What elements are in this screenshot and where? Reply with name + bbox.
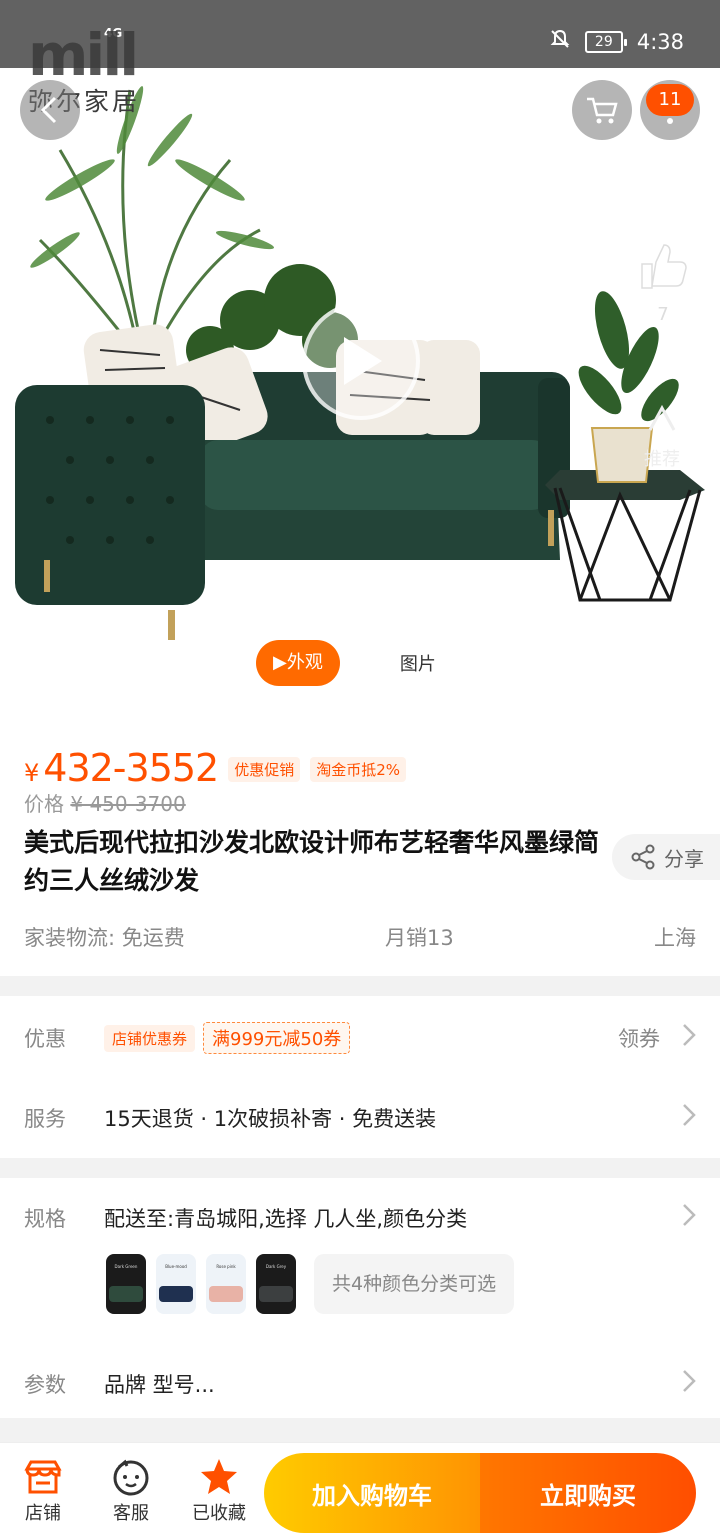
like-button[interactable]: 7 — [628, 240, 698, 325]
original-price-label: 价格 — [24, 792, 64, 816]
ship-from-location: 上海 — [653, 926, 696, 950]
customer-service-label: 客服 — [113, 1503, 149, 1524]
tab-exterior[interactable]: ▶外观 — [256, 640, 340, 686]
coupon-row[interactable]: 优惠 店铺优惠券 满999元减50券 领券 — [0, 998, 720, 1078]
share-icon — [631, 844, 655, 870]
variant-swatch — [209, 1286, 243, 1302]
recommend-label: 推荐 — [644, 449, 680, 470]
price-value: 432-3552 — [43, 746, 219, 790]
product-title: 美式后现代拉扣沙发北欧设计师布艺轻奢华风墨绿简约三人丝绒沙发 — [24, 828, 600, 895]
coupon-service-card: 优惠 店铺优惠券 满999元减50券 领券 服务 15天退货 · 1次破损补寄 … — [0, 996, 720, 1158]
price-section: ¥ 432-3552 优惠促销 淘金币抵2% 价格 ¥ 450-3700 美式后… — [0, 718, 720, 976]
variant-name: Rose pink — [216, 1264, 236, 1269]
cart-button[interactable] — [572, 80, 632, 140]
variant-name: Blue-mood — [165, 1264, 187, 1269]
original-price-value: ¥ 450-3700 — [70, 792, 186, 816]
price-currency: ¥ — [24, 759, 40, 787]
customer-service-button[interactable]: 客服 — [96, 1455, 166, 1525]
variant-thumb[interactable]: Dark Green — [106, 1254, 146, 1314]
variant-swatch — [159, 1286, 193, 1302]
cart-count-badge: 11 — [646, 84, 694, 116]
chevron-left-icon — [40, 96, 57, 124]
monthly-sales: 月销13 — [385, 926, 454, 950]
share-button[interactable]: 分享 — [612, 834, 720, 880]
star-icon — [201, 1459, 237, 1494]
variant-thumb[interactable]: Rose pink — [206, 1254, 246, 1314]
service-text: 15天退货 · 1次破损补寄 · 免费送装 — [104, 1107, 437, 1131]
shop-button[interactable]: 店铺 — [8, 1455, 78, 1525]
product-media[interactable]: 4G 29 4:38 mill 弥尔家居 11 7 推荐 ▶外观 图片 — [0, 0, 720, 718]
variant-swatch — [109, 1286, 143, 1302]
params-row[interactable]: 参数 品牌 型号... — [0, 1344, 720, 1424]
coupon-content: 店铺优惠券 满999元减50券 — [104, 1022, 351, 1054]
price-row: ¥ 432-3552 优惠促销 淘金币抵2% — [24, 746, 407, 790]
promo-tag: 淘金币抵2% — [310, 757, 407, 782]
back-button[interactable] — [20, 80, 80, 140]
bell-off-icon — [549, 28, 571, 55]
share-label: 分享 — [664, 846, 704, 871]
video-play-button[interactable] — [302, 302, 420, 420]
spec-text: 配送至:青岛城阳,选择 几人坐,颜色分类 — [104, 1207, 468, 1231]
play-icon — [344, 337, 382, 385]
product-meta: 家装物流: 免运费 月销13 上海 — [24, 922, 696, 952]
like-count: 7 — [657, 304, 669, 325]
recommend-button[interactable]: 推荐 — [632, 400, 692, 471]
shop-label: 店铺 — [25, 1503, 61, 1524]
clock: 4:38 — [636, 29, 684, 54]
add-to-cart-button[interactable]: 加入购物车 — [264, 1453, 480, 1533]
variant-swatch — [259, 1286, 293, 1302]
purchase-actions: 加入购物车 立即购买 — [264, 1453, 696, 1533]
bottom-action-bar: 店铺 客服 已收藏 加入购物车 立即购买 — [0, 1442, 720, 1540]
variant-name: Dark Grey — [265, 1264, 287, 1269]
shop-icon — [24, 1460, 62, 1494]
coupon-label: 优惠 — [24, 1027, 66, 1051]
variant-thumbnails: Dark Green Blue-mood Rose pink Dark Grey… — [106, 1254, 515, 1314]
full-reduction-coupon[interactable]: 满999元减50券 — [203, 1022, 351, 1054]
chevron-right-icon — [682, 1369, 696, 1399]
variant-name: Dark Green — [114, 1264, 138, 1269]
cart-icon — [587, 97, 618, 124]
service-label: 服务 — [24, 1107, 66, 1131]
favorite-label: 已收藏 — [192, 1503, 246, 1524]
chevron-right-icon — [682, 1103, 696, 1133]
get-coupon-link[interactable]: 领券 — [618, 1023, 660, 1053]
chevron-right-icon — [682, 1203, 696, 1233]
variant-count-chip[interactable]: 共4种颜色分类可选 — [314, 1254, 515, 1314]
buy-now-button[interactable]: 立即购买 — [480, 1453, 696, 1533]
thumbs-up-icon — [641, 244, 687, 289]
spec-card: 规格 配送至:青岛城阳,选择 几人坐,颜色分类 Dark Green Blue-… — [0, 1178, 720, 1418]
spec-label: 规格 — [24, 1207, 66, 1231]
store-coupon-tag: 店铺优惠券 — [104, 1024, 196, 1052]
customer-service-icon — [113, 1459, 149, 1496]
tab-photos[interactable]: 图片 — [400, 650, 436, 676]
params-label: 参数 — [24, 1373, 66, 1397]
battery-icon: 29 — [584, 30, 627, 53]
favorite-button[interactable]: 已收藏 — [184, 1455, 254, 1525]
original-price: 价格 ¥ 450-3700 — [24, 788, 186, 817]
spec-row[interactable]: 规格 配送至:青岛城阳,选择 几人坐,颜色分类 — [0, 1178, 720, 1258]
media-tabs: ▶外观 图片 — [256, 640, 436, 686]
variant-thumb[interactable]: Dark Grey — [256, 1254, 296, 1314]
recommend-icon — [648, 404, 676, 431]
shipping-info: 家装物流: 免运费 — [24, 926, 185, 950]
chevron-right-icon — [682, 1023, 696, 1053]
brand-logo-mark: mill — [28, 21, 139, 89]
service-row[interactable]: 服务 15天退货 · 1次破损补寄 · 免费送装 — [0, 1078, 720, 1158]
params-text: 品牌 型号... — [104, 1373, 215, 1397]
promo-tag: 优惠促销 — [228, 757, 301, 782]
variant-thumb[interactable]: Blue-mood — [156, 1254, 196, 1314]
